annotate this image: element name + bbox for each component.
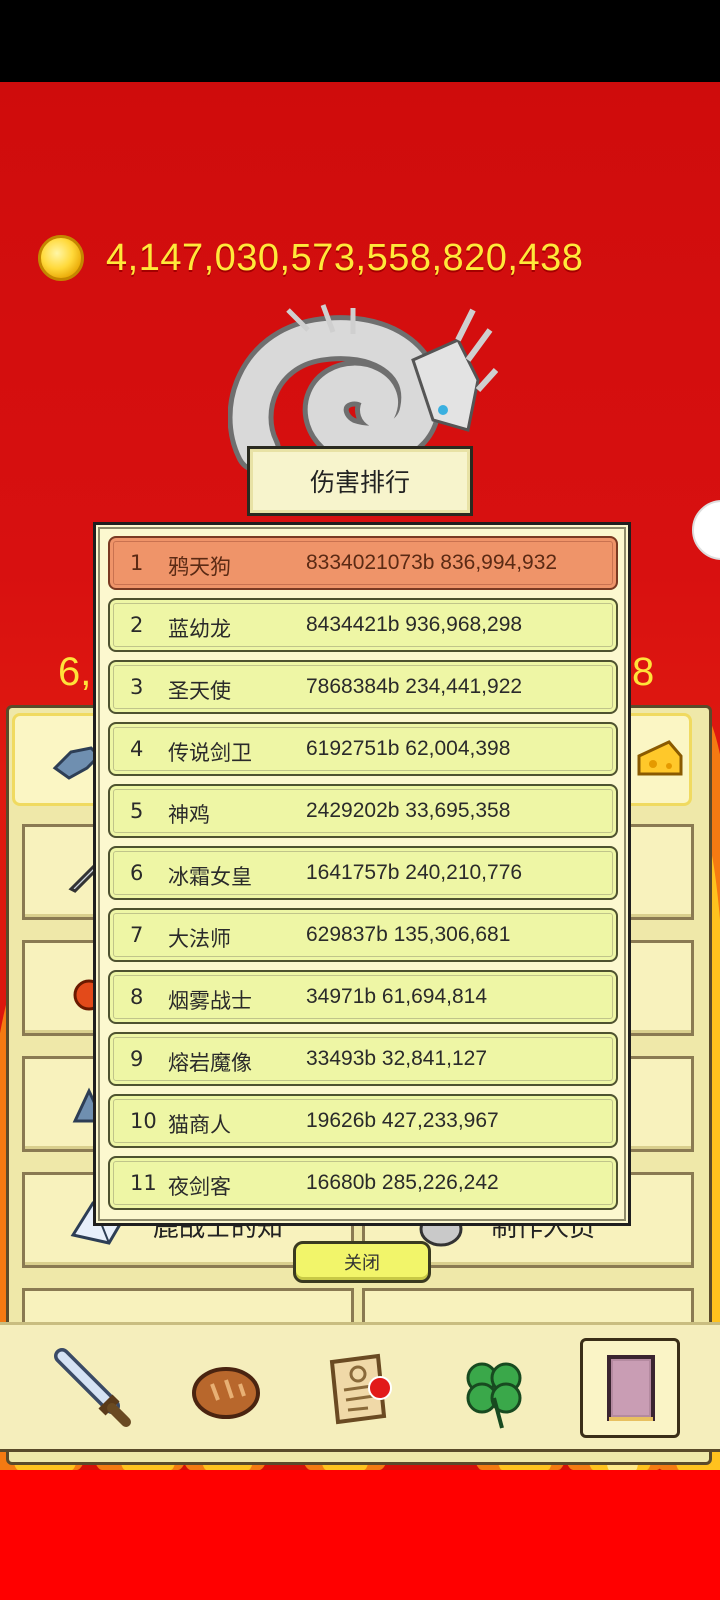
- ranking-row: 11 夜剑客 16680b 285,226,242: [108, 1156, 618, 1210]
- damage-score: 2429202b 33,695,358: [306, 799, 511, 822]
- damage-score: 16680b 285,226,242: [306, 1171, 499, 1194]
- ranking-row: 9 熔岩魔像 33493b 32,841,127: [108, 1032, 618, 1086]
- bottom-border: [0, 1470, 720, 1600]
- hero-name: 蓝幼龙: [168, 617, 231, 641]
- hero-name: 冰霜女皇: [168, 865, 252, 889]
- hero-name: 神鸡: [168, 803, 210, 827]
- rank-number: 10: [130, 1109, 157, 1133]
- ranking-row: 2 蓝幼龙 8434421b 936,968,298: [108, 598, 618, 652]
- hero-name: 猫商人: [168, 1113, 231, 1137]
- ranking-title: 伤害排行: [247, 446, 473, 516]
- damage-score: 8334021073b 836,994,932: [306, 551, 558, 574]
- hidden-value-left: 6,: [58, 650, 92, 694]
- rank-number: 6: [130, 861, 144, 885]
- damage-score: 34971b 61,694,814: [306, 985, 488, 1008]
- damage-score: 629837b 135,306,681: [306, 923, 511, 946]
- hero-name: 熔岩魔像: [168, 1051, 252, 1075]
- rank-number: 7: [130, 923, 144, 947]
- book-icon[interactable]: [580, 1338, 680, 1438]
- ranking-row: 3 圣天使 7868384b 234,441,922: [108, 660, 618, 714]
- rank-number: 1: [130, 551, 144, 575]
- damage-score: 7868384b 234,441,922: [306, 675, 523, 698]
- notification-dot: [368, 1376, 392, 1400]
- hidden-value-right: 8: [632, 650, 655, 694]
- ranking-row: 7 大法师 629837b 135,306,681: [108, 908, 618, 962]
- damage-score: 1641757b 240,210,776: [306, 861, 523, 884]
- rank-number: 5: [130, 799, 144, 823]
- ranking-row: 5 神鸡 2429202b 33,695,358: [108, 784, 618, 838]
- currency-display: 4,147,030,573,558,820,438: [38, 232, 583, 284]
- bread-icon[interactable]: [176, 1338, 276, 1438]
- rank-number: 4: [130, 737, 144, 761]
- damage-score: 33493b 32,841,127: [306, 1047, 488, 1070]
- rank-number: 3: [130, 675, 144, 699]
- hero-name: 鸦天狗: [168, 555, 231, 579]
- hero-name: 圣天使: [168, 679, 231, 703]
- gold-coin-icon: [38, 235, 84, 281]
- currency-amount: 4,147,030,573,558,820,438: [106, 236, 584, 279]
- sword-icon[interactable]: [42, 1338, 142, 1438]
- hero-name: 夜剑客: [168, 1175, 231, 1199]
- clover-icon[interactable]: [444, 1338, 544, 1438]
- damage-score: 19626b 427,233,967: [306, 1109, 499, 1132]
- ranking-row: 4 传说剑卫 6192751b 62,004,398: [108, 722, 618, 776]
- rank-number: 8: [130, 985, 144, 1009]
- rank-number: 2: [130, 613, 144, 637]
- ranking-row: 10 猫商人 19626b 427,233,967: [108, 1094, 618, 1148]
- hero-name: 烟雾战士: [168, 989, 252, 1013]
- ranking-row: 6 冰霜女皇 1641757b 240,210,776: [108, 846, 618, 900]
- damage-score: 8434421b 936,968,298: [306, 613, 523, 636]
- rank-number: 9: [130, 1047, 144, 1071]
- scroll-icon[interactable]: [308, 1338, 408, 1438]
- rank-number: 11: [130, 1171, 157, 1195]
- ranking-row: 1 鸦天狗 8334021073b 836,994,932: [108, 536, 618, 590]
- close-button[interactable]: 关闭: [293, 1241, 431, 1283]
- ranking-row: 8 烟雾战士 34971b 61,694,814: [108, 970, 618, 1024]
- hero-name: 传说剑卫: [168, 741, 252, 765]
- cheese-icon: [637, 740, 683, 776]
- status-bar: [0, 0, 720, 82]
- damage-score: 6192751b 62,004,398: [306, 737, 511, 760]
- hero-name: 大法师: [168, 927, 231, 951]
